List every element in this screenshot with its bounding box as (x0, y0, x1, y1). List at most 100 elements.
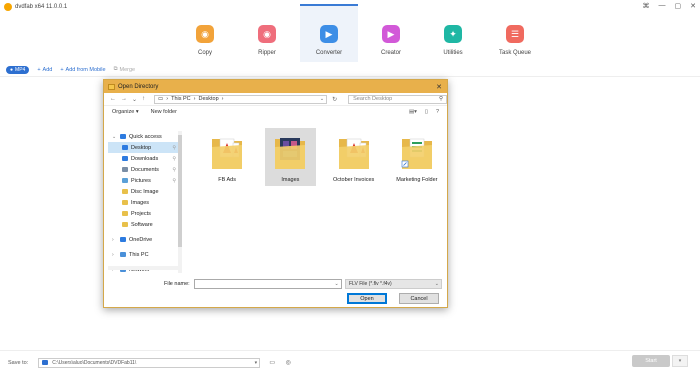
tool-task-queue[interactable]: ☰ Task Queue (486, 4, 544, 62)
chevron-down-icon[interactable]: ⌄ (320, 96, 324, 102)
sidebar-item-pictures[interactable]: Pictures ⚲ (108, 175, 179, 186)
file-view: FB Ads Images October Invoices Marketing Fo… (202, 128, 442, 198)
folder-item[interactable]: October Invoices (329, 128, 379, 186)
tool-creator[interactable]: ▶ Creator (362, 4, 420, 62)
tool-label: Ripper (258, 50, 276, 56)
organize-button[interactable]: Organize ▾ (112, 109, 139, 115)
start-options-button[interactable]: ▾ (672, 355, 688, 367)
navigation-pane-scrollbar[interactable] (178, 131, 182, 273)
start-button[interactable]: Start (632, 355, 670, 367)
start-label: Start (645, 358, 657, 364)
chevron-down-icon: ▾ (678, 358, 682, 364)
sidebar-item-projects[interactable]: Projects (108, 208, 179, 219)
tool-label: Creator (380, 50, 401, 56)
sidebar-item-onedrive[interactable]: › OneDrive (108, 234, 179, 245)
navigation-pane-hscrollbar[interactable] (108, 266, 178, 270)
help-icon[interactable]: ? (436, 109, 439, 115)
crumb-desktop[interactable]: Desktop (198, 96, 218, 102)
search-input[interactable]: Search Desktop ⚲ (348, 94, 447, 104)
file-type-filter-value: FLV File (*.flv *.f4v) (349, 281, 392, 287)
file-type-filter[interactable]: FLV File (*.flv *.f4v) ⌄ (345, 279, 442, 289)
dialog-close-button[interactable]: ✕ (436, 83, 442, 91)
new-folder-button[interactable]: New folder (151, 109, 177, 115)
back-arrow-icon[interactable]: ← (110, 96, 116, 102)
open-label: Open (360, 295, 374, 302)
folder-item[interactable]: FB Ads (202, 128, 252, 186)
forward-arrow-icon[interactable]: → (121, 96, 127, 102)
file-name-row: File name: ⌄ (164, 279, 342, 289)
merge-label: Merge (119, 66, 136, 73)
recent-locations-icon[interactable]: ⌄ (132, 96, 137, 103)
chevron-right-icon[interactable]: › (112, 237, 117, 243)
add-button[interactable]: + Add (37, 67, 52, 73)
refresh-icon[interactable]: ↻ (332, 96, 337, 103)
folder-item[interactable]: Images (265, 128, 316, 186)
plus-icon: + (60, 66, 64, 73)
star-icon (120, 134, 126, 139)
cancel-button[interactable]: Cancel (399, 293, 439, 304)
output-path-field[interactable]: C:\Users\aluo\Documents\DVDFab11\ ▾ (38, 357, 261, 368)
scrollbar-thumb[interactable] (178, 135, 182, 247)
tool-label: Utilities (443, 50, 463, 56)
browse-folder-icon[interactable]: ▭ (268, 359, 276, 367)
tool-label: Task Queue (498, 50, 532, 56)
up-arrow-icon[interactable]: ↑ (142, 96, 145, 102)
folder-icon (211, 133, 243, 171)
dialog-title: Open Directory (118, 83, 159, 90)
navigation-row: ← → ⌄ ↑ ▭ › This PC › Desktop › ⌄ ↻ Sear… (104, 93, 447, 106)
chevron-down-icon[interactable]: ⌄ (334, 281, 338, 287)
folder-icon (122, 200, 128, 205)
pictures-folder-icon (122, 178, 128, 183)
tool-converter[interactable]: ▶ Converter (300, 4, 358, 62)
search-placeholder: Search Desktop (353, 96, 393, 102)
address-bar[interactable]: ▭ › This PC › Desktop › ⌄ (154, 94, 328, 104)
iso-icon[interactable]: ◎ (284, 359, 292, 367)
add-from-mobile-label: Add from Mobile (65, 66, 106, 73)
sidebar-item-disc-image[interactable]: Disc Image (108, 186, 179, 197)
sidebar-item-label: Documents (131, 166, 159, 173)
preview-pane-icon[interactable]: ▯ (425, 109, 428, 115)
sidebar-item-documents[interactable]: Documents ⚲ (108, 164, 179, 175)
this-pc-icon (120, 252, 126, 257)
save-to-label: Save to: (8, 359, 29, 366)
chevron-down-icon: ⌄ (434, 281, 439, 287)
sidebar-item-quick-access[interactable]: ⌄ Quick access (108, 131, 179, 142)
tool-ripper[interactable]: ◉ Ripper (238, 4, 296, 62)
chevron-down-icon[interactable]: ⌄ (112, 134, 117, 140)
crumb-separator: › (166, 96, 169, 102)
crumb-this-pc[interactable]: This PC (171, 96, 191, 102)
folder-item-label: Marketing Folder (396, 177, 438, 183)
chevron-right-icon[interactable]: › (112, 252, 117, 258)
tool-utilities[interactable]: ✦ Utilities (424, 4, 482, 62)
folder-icon (42, 360, 49, 365)
crumb-separator: › (221, 96, 224, 102)
merge-button[interactable]: ⧉ Merge (114, 66, 136, 73)
module-toolbar: ◉ Copy ◉ Ripper ▶ Converter ▶ Creator ✦ Utilities… (0, 4, 700, 62)
add-from-mobile-button[interactable]: + Add from Mobile (60, 67, 105, 73)
merge-icon: ⧉ (113, 66, 118, 72)
open-directory-dialog: Open Directory ✕ ← → ⌄ ↑ ▭ › This PC › D… (103, 79, 448, 308)
sidebar-item-label: Projects (131, 210, 151, 217)
folder-item-label: October Invoices (332, 177, 375, 183)
chevron-down-icon[interactable]: ▾ (255, 360, 258, 366)
utilities-icon: ✦ (444, 25, 462, 43)
sidebar-item-images[interactable]: Images (108, 197, 179, 208)
folder-item-label: FB Ads (218, 177, 236, 183)
view-controls: ▤▾ ▯ ? (409, 109, 439, 115)
sidebar-item-desktop[interactable]: Desktop ⚲ (108, 142, 179, 153)
sidebar-item-downloads[interactable]: Downloads ⚲ (108, 153, 179, 164)
profile-selector[interactable]: ● MP4 (6, 65, 30, 74)
app-window: dvdfab x64 11.0.0.1 ⌘ — ▢ ✕ ◉ Copy ◉ Ripper… (0, 0, 700, 374)
view-options-icon[interactable]: ▤▾ (409, 109, 417, 115)
file-name-input[interactable]: ⌄ (193, 279, 342, 289)
onedrive-icon (120, 237, 126, 242)
sidebar-item-this-pc[interactable]: › This PC (108, 249, 179, 260)
plus-icon: + (37, 66, 41, 73)
open-button[interactable]: Open (347, 293, 387, 304)
tool-copy[interactable]: ◉ Copy (176, 4, 234, 62)
sidebar-item-label: Pictures (131, 177, 151, 184)
sidebar-item-software[interactable]: Software (108, 219, 179, 230)
folder-icon (122, 189, 128, 194)
folder-item[interactable]: Marketing Folder (392, 128, 442, 186)
sidebar-item-label: OneDrive (129, 236, 153, 243)
